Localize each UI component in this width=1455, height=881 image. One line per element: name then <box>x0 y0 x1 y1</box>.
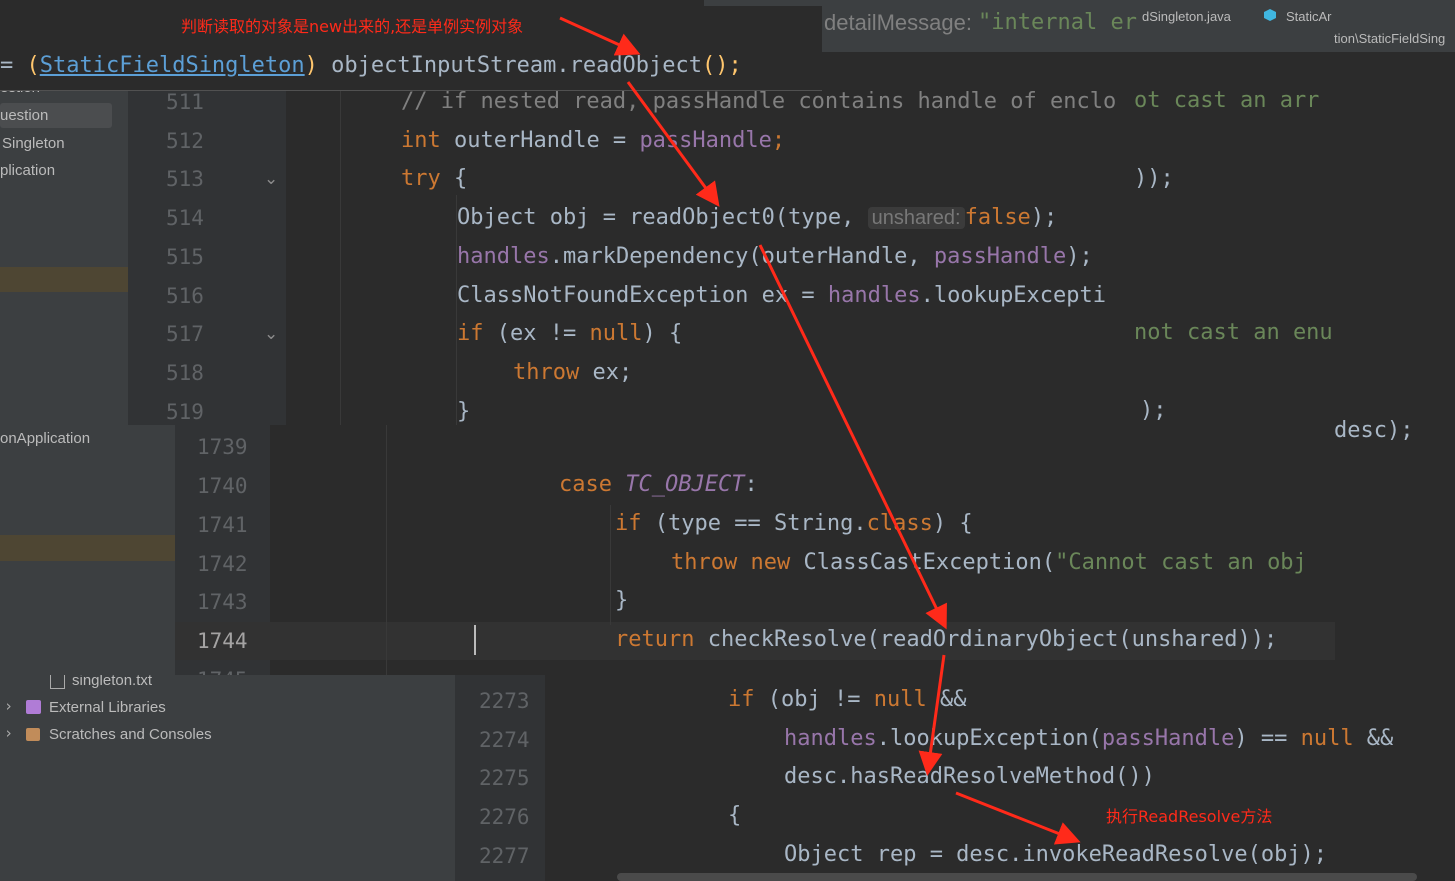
tree-item-singleton[interactable]: Singleton <box>2 135 65 152</box>
line-number: 1740 <box>197 474 248 498</box>
line-number: 514 <box>166 206 204 230</box>
code-line-513: try { <box>401 166 468 191</box>
tree-item-external-libraries[interactable]: External Libraries <box>49 699 166 716</box>
line-number: 2275 <box>479 766 530 790</box>
code-line-1743: } <box>615 588 629 613</box>
class-icon <box>1264 9 1276 21</box>
bg-code-fragment: ot cast an arr <box>1134 88 1320 113</box>
detail-message-value: "internal er <box>978 10 1137 35</box>
tree-item-question[interactable]: uestion <box>0 107 48 124</box>
code-panel-readObject0: 1739 1740 1741 1742 1743 1744 1745 case … <box>175 425 1335 675</box>
code-line-515: handles.markDependency(outerHandle, pass… <box>457 244 1093 269</box>
line-number: 1745 <box>197 668 248 675</box>
tree-item-singleton-txt[interactable]: singleton.txt <box>72 675 152 689</box>
horizontal-scrollbar[interactable] <box>617 873 1417 881</box>
header-top-band-right <box>704 0 822 6</box>
tree-item-scratches[interactable]: Scratches and Consoles <box>49 726 212 743</box>
code-line-2274: handles.lookupException(passHandle) == n… <box>784 726 1394 751</box>
project-tree-bottom: singleton.txt › External Libraries › Scr… <box>0 675 455 881</box>
line-number: 513 <box>166 167 204 191</box>
header-expression: = (StaticFieldSingleton) objectInputStre… <box>0 53 742 78</box>
library-icon <box>26 700 41 714</box>
code-line-519: } <box>457 399 471 424</box>
code-line-517: if (ex != null) { <box>457 321 683 346</box>
indent-guide <box>386 425 387 675</box>
line-number: 518 <box>166 361 204 385</box>
annotation-top: 判断读取的对象是new出来的,还是单例实例对象 <box>181 17 524 36</box>
code-panel-readResolve: 2273 2274 2275 2276 2277 if (obj != null… <box>455 675 1455 881</box>
fold-chevron-icon[interactable]: ⌄ <box>264 169 278 189</box>
line-number: 515 <box>166 245 204 269</box>
code-line-516: ClassNotFoundException ex = handles.look… <box>457 283 1107 308</box>
detail-message-hint: detailMessage: <box>824 10 972 35</box>
gutter <box>128 85 286 425</box>
line-number: 2273 <box>479 689 530 713</box>
code-line-511: // if nested read, passHandle contains h… <box>401 89 1117 114</box>
line-number: 1744 <box>197 629 248 653</box>
tab-singleton-java[interactable]: dSingleton.java <box>1142 9 1231 24</box>
text-file-icon <box>50 675 65 689</box>
code-line-1740: case TC_OBJECT: <box>559 472 758 497</box>
bg-code-desc: desc); <box>1334 418 1414 443</box>
line-number: 1742 <box>197 552 248 576</box>
line-number: 512 <box>166 129 204 153</box>
path-fragment: tion\StaticFieldSing <box>1334 31 1446 46</box>
bg-code-fragment: )); <box>1134 166 1174 191</box>
fold-chevron-icon[interactable]: ⌄ <box>264 324 278 344</box>
line-number: 1739 <box>197 435 248 459</box>
code-line-1744: return checkResolve(readOrdinaryObject(u… <box>615 627 1278 652</box>
indent-guide <box>610 505 611 625</box>
line-number: 2277 <box>479 844 530 868</box>
code-line-2273: if (obj != null && <box>728 687 967 712</box>
top-tab-strip: detailMessage: "internal er dSingleton.j… <box>820 0 1455 52</box>
code-panel-readObject: 511 512 513 514 515 516 517 518 519 ⌄ ⌄ … <box>128 85 1142 425</box>
code-line-2276: { <box>728 803 742 828</box>
code-line-1741: if (type == String.class) { <box>615 511 973 536</box>
code-line-1742: throw new ClassCastException("Cannot cas… <box>671 550 1307 575</box>
tree-item-on-application[interactable]: onApplication <box>0 430 90 447</box>
text-caret <box>474 625 476 655</box>
line-number: 2276 <box>479 805 530 829</box>
code-line-514: Object obj = readObject0(type, unshared:… <box>457 205 1058 230</box>
chevron-right-icon[interactable]: › <box>4 697 13 715</box>
bg-code-fragment: ); <box>1140 398 1167 423</box>
code-line-2275: desc.hasReadResolveMethod()) <box>784 764 1155 789</box>
indent-guide <box>340 85 341 425</box>
cast-type-link[interactable]: StaticFieldSingleton <box>40 53 305 78</box>
annotation-bottom: 执行ReadResolve方法 <box>1106 807 1273 826</box>
tab-static[interactable]: StaticAr <box>1286 9 1332 24</box>
project-tree-lower: onApplication <box>0 425 175 675</box>
code-line-512: int outerHandle = passHandle; <box>401 128 786 153</box>
tree-item-application[interactable]: plication <box>0 162 55 179</box>
project-tool-window: estion uestion Singleton plication <box>0 85 128 425</box>
tree-highlight-row <box>0 267 128 292</box>
line-number: 1741 <box>197 513 248 537</box>
bg-code-fragment: not cast an enu <box>1134 320 1333 345</box>
tree-highlight-row-2 <box>0 535 175 561</box>
line-number: 511 <box>166 90 204 114</box>
scratches-icon <box>26 728 40 741</box>
line-number: 1743 <box>197 590 248 614</box>
line-number: 516 <box>166 284 204 308</box>
line-number: 519 <box>166 400 204 424</box>
code-line-2277: Object rep = desc.invokeReadResolve(obj)… <box>784 842 1328 867</box>
code-line-518: throw ex; <box>513 360 633 385</box>
line-number: 2274 <box>479 728 530 752</box>
chevron-right-icon[interactable]: › <box>4 724 13 742</box>
param-hint: unshared: <box>867 207 965 229</box>
line-number: 517 <box>166 322 204 346</box>
